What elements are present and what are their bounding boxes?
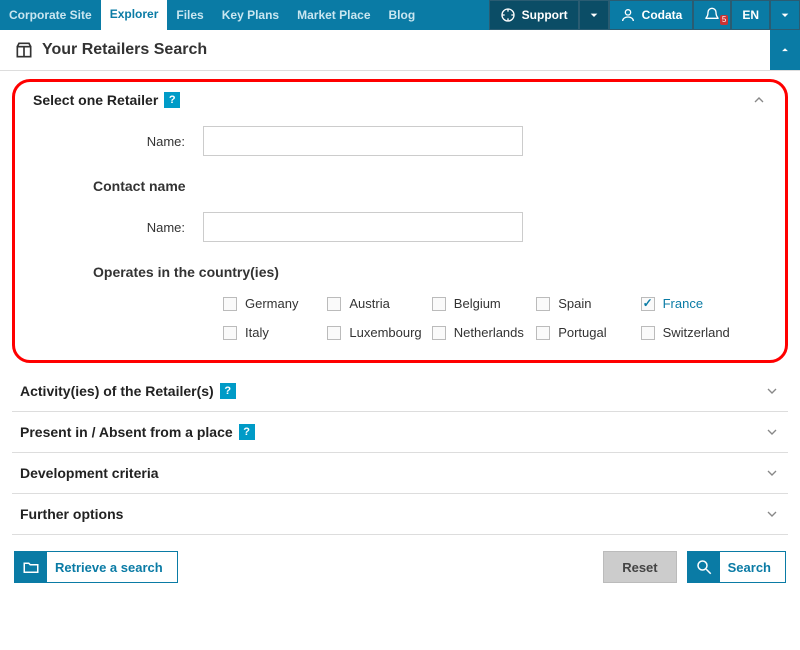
help-icon[interactable]: ? xyxy=(164,92,180,108)
nav-blog[interactable]: Blog xyxy=(380,0,425,30)
country-checkbox-luxembourg[interactable]: Luxembourg xyxy=(327,325,423,340)
retailer-name-label: Name: xyxy=(33,134,203,149)
retailer-icon xyxy=(14,40,34,60)
panel-further-options[interactable]: Further options xyxy=(12,494,788,535)
country-checkbox-spain[interactable]: Spain xyxy=(536,296,632,311)
contact-name-input[interactable] xyxy=(203,212,523,242)
footer: Retrieve a search Reset Search xyxy=(0,535,800,601)
panel-activity[interactable]: Activity(ies) of the Retailer(s) ? xyxy=(12,371,788,412)
nav-key-plans[interactable]: Key Plans xyxy=(213,0,288,30)
search-button[interactable]: Search xyxy=(687,551,786,583)
country-label: Netherlands xyxy=(454,325,524,340)
panel-select-retailer: Select one Retailer ? Name: Contact name… xyxy=(12,79,788,363)
lang-label: EN xyxy=(742,8,759,22)
lang-dropdown[interactable] xyxy=(770,0,800,30)
retrieve-label: Retrieve a search xyxy=(55,560,163,575)
nav-right: Support Codata 5 EN xyxy=(489,0,800,30)
panel-development[interactable]: Development criteria xyxy=(12,453,788,494)
chevron-up-icon xyxy=(778,43,792,57)
panel-title-present: Present in / Absent from a place xyxy=(20,424,233,440)
checkbox-icon xyxy=(327,297,341,311)
country-checkbox-france[interactable]: France xyxy=(641,296,737,311)
chevron-down-icon[interactable] xyxy=(764,506,780,522)
nav-market-place[interactable]: Market Place xyxy=(288,0,379,30)
country-checkbox-austria[interactable]: Austria xyxy=(327,296,423,311)
folder-icon xyxy=(22,558,40,576)
chevron-down-icon[interactable] xyxy=(764,424,780,440)
contact-name-row: Name: xyxy=(33,212,767,242)
top-nav: Corporate Site Explorer Files Key Plans … xyxy=(0,0,800,30)
checkbox-icon xyxy=(641,326,655,340)
country-label: Switzerland xyxy=(663,325,730,340)
chevron-down-icon xyxy=(777,7,793,23)
nav-explorer[interactable]: Explorer xyxy=(101,0,168,30)
country-label: Luxembourg xyxy=(349,325,421,340)
retailer-name-row: Name: xyxy=(33,126,767,156)
country-checkbox-italy[interactable]: Italy xyxy=(223,325,319,340)
user-icon xyxy=(620,7,636,23)
checkbox-icon xyxy=(432,297,446,311)
support-label: Support xyxy=(522,8,568,22)
headset-icon xyxy=(500,7,516,23)
nav-left: Corporate Site Explorer Files Key Plans … xyxy=(0,0,489,30)
country-label: Germany xyxy=(245,296,298,311)
contact-name-title: Contact name xyxy=(93,178,767,194)
chevron-down-icon[interactable] xyxy=(764,465,780,481)
country-label: Belgium xyxy=(454,296,501,311)
page-title: Your Retailers Search xyxy=(42,41,207,59)
retailer-name-input[interactable] xyxy=(203,126,523,156)
nav-corporate-site[interactable]: Corporate Site xyxy=(0,0,101,30)
nav-files[interactable]: Files xyxy=(167,0,212,30)
contact-name-label: Name: xyxy=(33,220,203,235)
user-button[interactable]: Codata xyxy=(609,0,694,30)
panel-title-select-retailer: Select one Retailer xyxy=(33,92,158,108)
checkbox-icon xyxy=(327,326,341,340)
notifications-button[interactable]: 5 xyxy=(693,0,731,30)
collapse-all-button[interactable] xyxy=(770,30,800,70)
panel-title-activity: Activity(ies) of the Retailer(s) xyxy=(20,383,214,399)
notification-count: 5 xyxy=(720,15,728,25)
reset-label: Reset xyxy=(622,560,657,575)
country-checkbox-netherlands[interactable]: Netherlands xyxy=(432,325,528,340)
countries-grid: Germany Austria Belgium Spain France Italy Lux… xyxy=(223,296,737,340)
country-label: France xyxy=(663,296,703,311)
user-label: Codata xyxy=(642,8,683,22)
country-label: Italy xyxy=(245,325,269,340)
help-icon[interactable]: ? xyxy=(220,383,236,399)
country-label: Portugal xyxy=(558,325,606,340)
country-checkbox-germany[interactable]: Germany xyxy=(223,296,319,311)
checkbox-icon xyxy=(223,326,237,340)
bell-icon xyxy=(704,7,720,23)
chevron-down-icon xyxy=(586,7,602,23)
main-content: Select one Retailer ? Name: Contact name… xyxy=(0,79,800,535)
checkbox-icon xyxy=(536,326,550,340)
search-icon xyxy=(695,558,713,576)
checkbox-icon xyxy=(641,297,655,311)
country-checkbox-switzerland[interactable]: Switzerland xyxy=(641,325,737,340)
support-button[interactable]: Support xyxy=(489,0,579,30)
country-checkbox-portugal[interactable]: Portugal xyxy=(536,325,632,340)
checkbox-icon xyxy=(223,297,237,311)
country-label: Austria xyxy=(349,296,389,311)
search-label: Search xyxy=(728,560,771,575)
chevron-up-icon[interactable] xyxy=(751,92,767,108)
panel-present-absent[interactable]: Present in / Absent from a place ? xyxy=(12,412,788,453)
checkbox-icon xyxy=(432,326,446,340)
panel-title-further: Further options xyxy=(20,506,123,522)
country-label: Spain xyxy=(558,296,591,311)
operates-title: Operates in the country(ies) xyxy=(93,264,767,280)
support-dropdown[interactable] xyxy=(579,0,609,30)
panel-title-development: Development criteria xyxy=(20,465,159,481)
help-icon[interactable]: ? xyxy=(239,424,255,440)
retrieve-search-button[interactable]: Retrieve a search xyxy=(14,551,178,583)
page-header: Your Retailers Search xyxy=(0,30,800,71)
lang-button[interactable]: EN xyxy=(731,0,770,30)
reset-button[interactable]: Reset xyxy=(603,551,676,583)
checkbox-icon xyxy=(536,297,550,311)
country-checkbox-belgium[interactable]: Belgium xyxy=(432,296,528,311)
panel-head-select-retailer[interactable]: Select one Retailer ? xyxy=(33,92,767,108)
chevron-down-icon[interactable] xyxy=(764,383,780,399)
